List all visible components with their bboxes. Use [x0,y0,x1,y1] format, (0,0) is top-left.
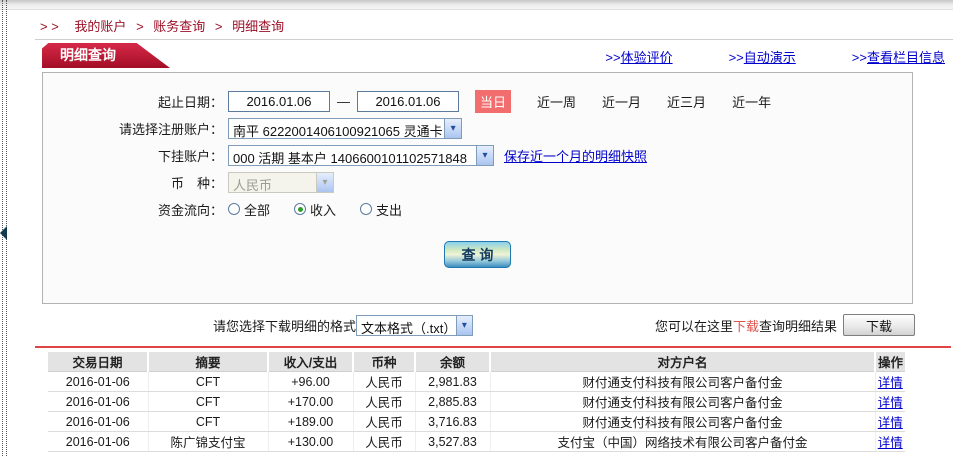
header-balance: 余额 [415,352,490,372]
download-hint-before: 您可以在这里 [655,316,733,335]
table-header-row: 交易日期 摘要 收入/支出 币种 余额 对方户名 操作 [48,352,905,372]
register-account-row: 请选择注册账户： 南平 6222001406100921065 灵通卡 ▾ [43,117,912,139]
breadcrumb: > > 我的账户 > 账务查询 > 明细查询 [40,16,953,34]
header-summary: 摘要 [148,352,268,372]
sub-account-select[interactable]: 000 活期 基本户 1406600101102571848 ▾ [228,145,494,166]
panel-collapse-arrow-icon[interactable] [0,226,7,240]
download-hint-link[interactable]: 下载 [733,316,759,335]
query-button-row: 查 询 [43,241,912,268]
register-account-label: 请选择注册账户： [43,119,228,138]
breadcrumb-divider [35,39,953,40]
quick-range-week[interactable]: 近一周 [537,92,576,111]
date-range-label: 起止日期： [43,92,228,111]
download-format-group: 请您选择下载明细的格式 文本格式（.txt） ▾ [213,315,473,336]
table-row: 2016-01-06 CFT +170.00 人民币 2,885.83 财付通支… [48,392,905,412]
header-currency: 币种 [353,352,415,372]
breadcrumb-prefix: > > [40,19,59,34]
radio-all[interactable]: 全部 [228,200,270,219]
top-gradient-bar [0,0,953,10]
header-action: 操作 [875,352,905,372]
date-to-input[interactable] [357,91,459,112]
table-row: 2016-01-06 CFT +96.00 人民币 2,981.83 财付通支付… [48,372,905,392]
radio-checked-icon [294,203,306,215]
download-hint-group: 您可以在这里下载查询明细结果 下载 [655,314,915,336]
date-from-input[interactable] [228,91,330,112]
link-experience-review[interactable]: >>体验评价 [605,47,672,66]
fund-flow-row: 资金流向： 全部 收入 支出 [43,198,912,220]
date-range-row: 起止日期： — 当日 近一周 近一月 近三月 近一年 [43,90,912,112]
quick-range-3months[interactable]: 近三月 [667,92,706,111]
breadcrumb-separator: > [136,19,144,34]
fund-flow-label: 资金流向： [43,200,228,219]
query-form-panel: 起止日期： — 当日 近一周 近一月 近三月 近一年 请选择注册账户： 南平 6… [42,72,913,304]
link-auto-demo[interactable]: >>自动演示 [729,47,796,66]
header-date: 交易日期 [48,352,148,372]
link-view-column-info[interactable]: >>查看栏目信息 [852,47,945,66]
tab-detail-query[interactable]: 明细查询 [42,43,170,68]
breadcrumb-item-my-account[interactable]: 我的账户 [74,19,126,34]
table-row: 2016-01-06 CFT +189.00 人民币 3,716.83 财付通支… [48,412,905,432]
radio-income[interactable]: 收入 [294,200,336,219]
table-divider [35,346,951,348]
chevron-down-icon: ▾ [456,316,472,335]
table-row: 2016-01-06 陈广锦支付宝 +130.00 人民币 3,527.83 支… [48,432,905,452]
query-button[interactable]: 查 询 [444,241,511,268]
chevron-down-icon: ▾ [444,119,461,138]
download-row: 请您选择下载明细的格式 文本格式（.txt） ▾ 您可以在这里下载查询明细结果 … [35,313,951,337]
tab-row: 明细查询 >>体验评价 >>自动演示 >>查看栏目信息 [35,43,951,70]
save-snapshot-link[interactable]: 保存近一个月的明细快照 [504,146,647,165]
currency-select-disabled: 人民币 ▾ [228,172,334,193]
quick-range-year[interactable]: 近一年 [732,92,771,111]
detail-link[interactable]: 详情 [878,376,903,390]
detail-link[interactable]: 详情 [878,416,903,430]
register-account-select[interactable]: 南平 6222001406100921065 灵通卡 ▾ [228,118,462,139]
sub-account-row: 下挂账户： 000 活期 基本户 1406600101102571848 ▾ 保… [43,144,912,166]
quick-range-month[interactable]: 近一月 [602,92,641,111]
detail-link[interactable]: 详情 [878,396,903,410]
breadcrumb-separator: > [215,19,223,34]
radio-icon [228,203,240,215]
radio-icon [360,203,372,215]
currency-row: 币 种： 人民币 ▾ [43,171,912,193]
currency-label: 币 种： [43,173,228,192]
sub-account-label: 下挂账户： [43,146,228,165]
radio-expense[interactable]: 支出 [360,200,402,219]
breadcrumb-item-account-query[interactable]: 账务查询 [153,19,205,34]
download-hint-after: 查询明细结果 [759,316,837,335]
tab-label: 明细查询 [60,47,116,63]
header-counterparty: 对方户名 [490,352,875,372]
chevron-down-icon: ▾ [316,173,333,192]
download-format-label: 请您选择下载明细的格式 [213,316,356,335]
page: > > 我的账户 > 账务查询 > 明细查询 明细查询 >>体验评价 >>自动演… [0,0,953,456]
detail-link[interactable]: 详情 [878,436,903,450]
header-amount: 收入/支出 [268,352,353,372]
today-button[interactable]: 当日 [475,90,511,113]
header-links: >>体验评价 >>自动演示 >>查看栏目信息 [605,47,945,66]
transaction-table: 交易日期 摘要 收入/支出 币种 余额 对方户名 操作 2016-01-06 C… [48,352,905,452]
main-content: 明细查询 >>体验评价 >>自动演示 >>查看栏目信息 起止日期： — 当日 近… [35,43,951,452]
download-button[interactable]: 下载 [843,314,915,336]
breadcrumb-item-detail-query: 明细查询 [232,19,284,34]
date-separator: — [337,94,350,109]
fund-flow-radio-group: 全部 收入 支出 [228,200,426,219]
chevron-down-icon: ▾ [476,146,493,165]
download-format-select[interactable]: 文本格式（.txt） ▾ [356,315,473,336]
